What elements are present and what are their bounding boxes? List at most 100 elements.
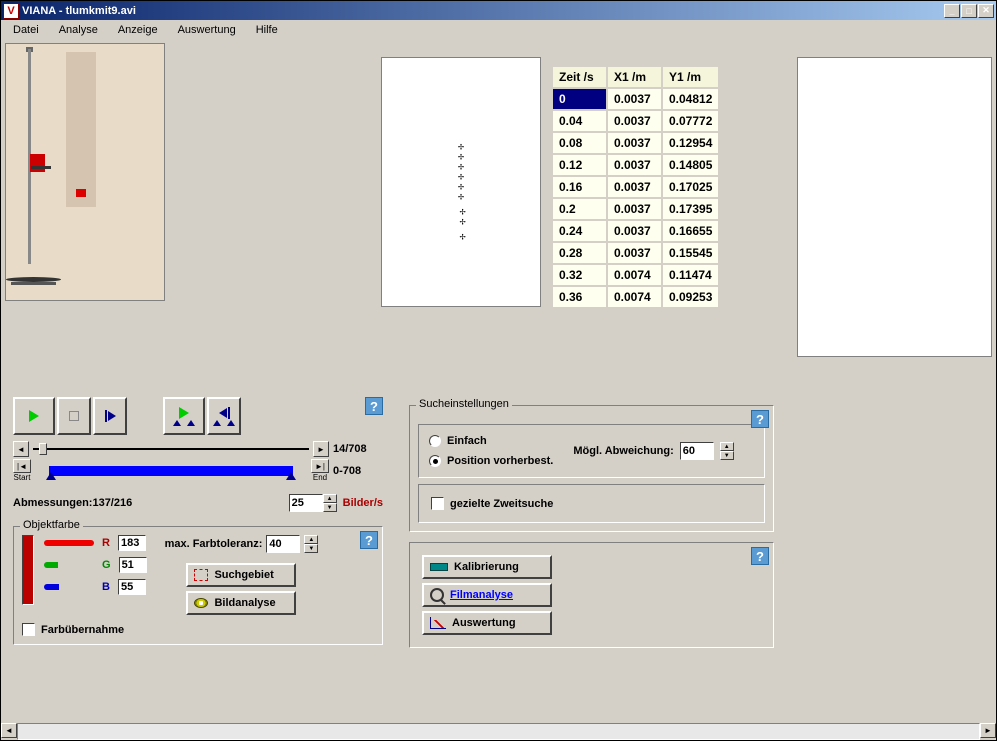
play-icon [179, 407, 189, 419]
table-row[interactable]: 0.160.00370.17025 [552, 176, 719, 198]
abweichung-label: Mögl. Abweichung: [573, 445, 673, 457]
minimize-button[interactable]: _ [944, 4, 960, 18]
play-icon [29, 410, 39, 422]
close-button[interactable]: ✕ [978, 4, 994, 18]
fps-up-button[interactable]: ▲ [323, 494, 337, 503]
col-zeit[interactable]: Zeit /s [552, 66, 607, 88]
table-row[interactable]: 0.040.00370.07772 [552, 110, 719, 132]
r-value: 183 [118, 535, 146, 551]
help-button-sucheinstellungen[interactable]: ? [751, 410, 769, 428]
table-row[interactable]: 0.120.00370.14805 [552, 154, 719, 176]
video-preview [5, 43, 165, 301]
suchgebiet-button[interactable]: Suchgebiet [186, 563, 296, 587]
filmanalyse-button[interactable]: Filmanalyse [422, 583, 552, 607]
dimensions-label: Abmessungen:137/216 [13, 497, 132, 509]
range-slider[interactable] [49, 466, 293, 476]
toleranz-down-button[interactable]: ▼ [304, 544, 318, 553]
stop-button[interactable] [57, 397, 91, 435]
analysis-view: ✢ ✢ ✢ ✢ ✢ ✢ ✢ ✢ ✢ [381, 57, 541, 307]
play-range-button[interactable] [163, 397, 205, 435]
menu-hilfe[interactable]: Hilfe [248, 22, 286, 38]
menu-auswertung[interactable]: Auswertung [170, 22, 244, 38]
frame-slider[interactable] [33, 443, 309, 455]
table-row[interactable]: 0.280.00370.15545 [552, 242, 719, 264]
bildanalyse-button[interactable]: Bildanalyse [186, 591, 296, 615]
frame-prev-button[interactable]: ◄ [13, 441, 29, 457]
abweichung-down-button[interactable]: ▼ [720, 451, 734, 460]
auswertung-button[interactable]: Auswertung [422, 611, 552, 635]
b-slider[interactable] [44, 584, 94, 590]
g-label: G [102, 559, 111, 571]
table-row[interactable]: 0.320.00740.11474 [552, 264, 719, 286]
start-label: Start [14, 473, 31, 482]
farbubernahme-label: Farbübernahme [41, 624, 124, 636]
radio-position-vorherbest[interactable]: Position vorherbest. [429, 455, 553, 467]
step-back-range-button[interactable] [207, 397, 241, 435]
help-button-objektfarbe[interactable]: ? [360, 531, 378, 549]
color-preview [22, 535, 34, 605]
kalibrierung-button[interactable]: Kalibrierung [422, 555, 552, 579]
g-slider[interactable] [44, 562, 94, 568]
radio-icon [429, 435, 441, 447]
help-button-actions[interactable]: ? [751, 547, 769, 565]
dotted-rect-icon [194, 569, 208, 581]
stop-icon [69, 411, 79, 421]
g-value: 51 [119, 557, 147, 573]
fps-unit-label: Bilder/s [343, 497, 383, 509]
fps-down-button[interactable]: ▼ [323, 503, 337, 512]
r-label: R [102, 537, 110, 549]
play-button[interactable] [13, 397, 55, 435]
range-start-button[interactable]: |◄ [13, 459, 31, 473]
range-end-button[interactable]: ►| [311, 459, 329, 473]
chart-panel [797, 57, 992, 357]
fps-input[interactable] [289, 494, 323, 512]
titlebar: V VIANA - tlumkmit9.avi _ □ ✕ [1, 1, 996, 20]
eye-icon [194, 598, 208, 608]
window-title: VIANA - tlumkmit9.avi [22, 5, 944, 17]
r-slider[interactable] [44, 540, 94, 546]
radio-einfach[interactable]: Einfach [429, 435, 553, 447]
col-x1[interactable]: X1 /m [607, 66, 662, 88]
step-forward-icon [105, 410, 116, 422]
chart-icon [430, 617, 446, 629]
frame-label: 14/708 [333, 443, 383, 455]
toleranz-up-button[interactable]: ▲ [304, 535, 318, 544]
table-row[interactable]: 0.20.00370.17395 [552, 198, 719, 220]
range-end-marker[interactable] [286, 472, 296, 480]
horizontal-scrollbar[interactable]: ◄ ► [1, 723, 996, 740]
zweitsuche-checkbox[interactable] [431, 497, 444, 510]
table-row[interactable]: 0.240.00370.16655 [552, 220, 719, 242]
range-label: 0-708 [333, 465, 383, 477]
menubar: Datei Analyse Anzeige Auswertung Hilfe [1, 20, 996, 39]
zweitsuche-label: gezielte Zweitsuche [450, 498, 553, 510]
b-value: 55 [118, 579, 146, 595]
b-label: B [102, 581, 110, 593]
abweichung-up-button[interactable]: ▲ [720, 442, 734, 451]
scroll-right-button[interactable]: ► [980, 723, 996, 738]
menu-anzeige[interactable]: Anzeige [110, 22, 166, 38]
maximize-button[interactable]: □ [961, 4, 977, 18]
magnifier-icon [430, 588, 444, 602]
menu-datei[interactable]: Datei [5, 22, 47, 38]
farbubernahme-checkbox[interactable] [22, 623, 35, 636]
table-row[interactable]: 0.360.00740.09253 [552, 286, 719, 308]
app-icon: V [3, 3, 19, 19]
scroll-left-button[interactable]: ◄ [1, 723, 17, 738]
abweichung-input[interactable] [680, 442, 714, 460]
sucheinstellungen-legend: Sucheinstellungen [416, 398, 512, 410]
step-forward-button[interactable] [93, 397, 127, 435]
max-toleranz-input[interactable] [266, 535, 300, 553]
end-label: End [313, 473, 327, 482]
col-y1[interactable]: Y1 /m [662, 66, 719, 88]
frame-next-button[interactable]: ► [313, 441, 329, 457]
step-back-icon [219, 407, 230, 419]
max-toleranz-label: max. Farbtoleranz: [165, 538, 263, 550]
ruler-icon [430, 563, 448, 571]
help-button-playback[interactable]: ? [365, 397, 383, 415]
data-table[interactable]: Zeit /s X1 /m Y1 /m 00.00370.048120.040.… [551, 65, 720, 309]
range-start-marker[interactable] [46, 472, 56, 480]
table-row[interactable]: 00.00370.04812 [552, 88, 719, 110]
objektfarbe-legend: Objektfarbe [20, 519, 83, 531]
table-row[interactable]: 0.080.00370.12954 [552, 132, 719, 154]
menu-analyse[interactable]: Analyse [51, 22, 106, 38]
